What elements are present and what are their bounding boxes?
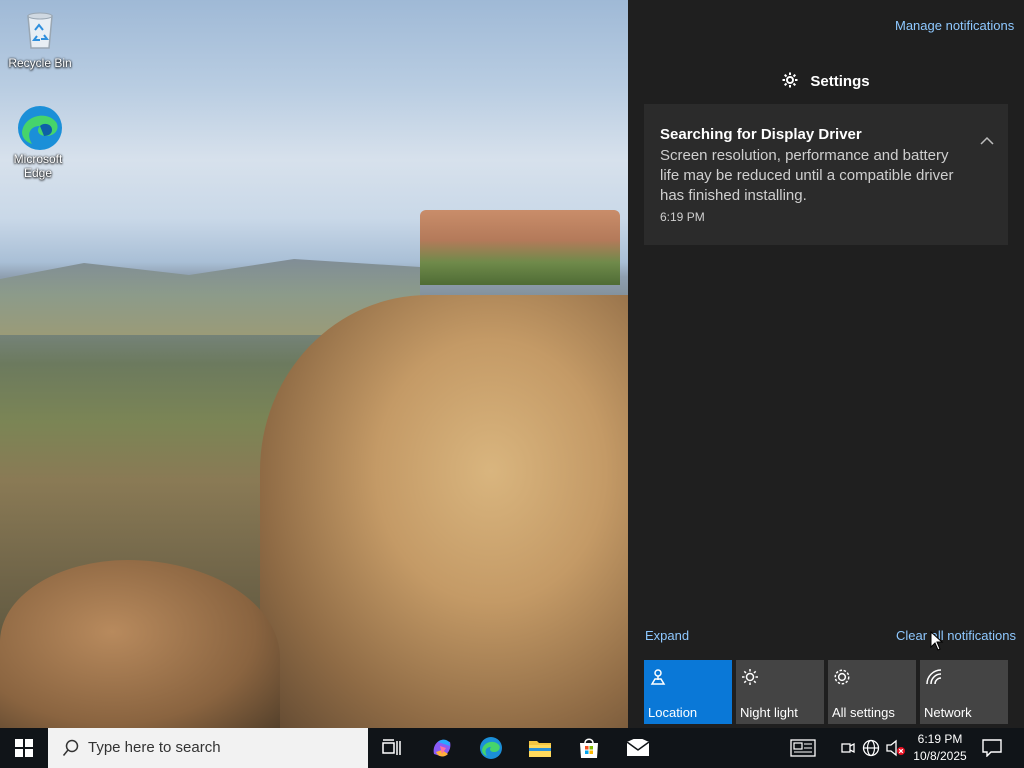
file-explorer-button[interactable] [516,728,564,768]
edge-icon [16,104,62,150]
notifications-icon [982,739,1002,757]
mouse-cursor-icon [930,631,944,651]
microsoft-store-button[interactable] [565,728,613,768]
volume-muted-icon[interactable] [886,739,906,757]
quick-action-network[interactable]: Network [920,660,1008,724]
task-view-button[interactable] [368,728,416,768]
wallpaper-building [420,210,620,285]
notification-card[interactable]: Searching for Display Driver Screen reso… [644,104,1008,245]
desktop-icon-label: Microsoft Edge [13,152,63,180]
quick-action-night-light[interactable]: Night light [736,660,824,724]
clear-all-notifications-link[interactable]: Clear all notifications [896,628,1016,643]
news-icon[interactable] [790,739,816,757]
windows-logo-icon [15,739,33,757]
action-center-panel: Manage notifications Settings Searching … [628,0,1024,728]
quick-action-all-settings[interactable]: All settings [828,660,916,724]
desktop-icon-microsoft-edge[interactable]: Microsoft Edge [0,104,76,180]
taskbar: Type here to search 6:19 PM 10/8/2025 [0,728,1024,768]
search-icon [62,739,79,756]
copilot-icon [433,739,451,757]
taskbar-clock[interactable]: 6:19 PM 10/8/2025 [912,731,968,765]
start-button[interactable] [0,728,48,768]
gear-icon [782,72,798,88]
network-icon [926,669,942,685]
gear-icon [834,669,850,685]
search-placeholder: Type here to search [88,739,221,756]
copilot-button[interactable] [418,728,466,768]
action-center-button[interactable] [968,728,1016,768]
clock-time: 6:19 PM [917,732,963,746]
notification-title: Searching for Display Driver [660,126,862,143]
notification-body: Screen resolution, performance and batte… [660,147,954,204]
notification-time: 6:19 PM [660,210,705,224]
mail-icon [626,739,650,756]
clock-date: 10/8/2025 [913,749,967,763]
expand-link[interactable]: Expand [645,628,689,643]
edge-icon [480,737,502,759]
location-icon [650,669,666,685]
chevron-up-icon[interactable] [980,136,994,146]
group-header-label: Settings [810,73,870,90]
quick-action-location[interactable]: Location [644,660,732,724]
tile-label: Night light [740,705,798,720]
recycle-bin-icon [18,8,62,52]
tile-label: All settings [832,705,895,720]
edge-taskbar-button[interactable] [467,728,515,768]
desktop-icon-recycle-bin[interactable]: Recycle Bin [2,8,78,70]
language-icon[interactable] [862,739,880,757]
microsoft-store-icon [580,738,598,758]
mail-button[interactable] [614,728,662,768]
meet-now-icon[interactable] [840,739,856,757]
wallpaper-cliff-left [0,560,280,728]
desktop-icon-label: Recycle Bin [8,56,72,70]
tile-label: Location [648,705,698,720]
notification-group-header[interactable]: Settings [628,72,1024,90]
file-explorer-icon [529,741,551,757]
tile-label: Network [924,705,972,720]
night-light-icon [742,669,758,685]
taskbar-search-box[interactable]: Type here to search [48,728,368,768]
task-view-icon [382,739,401,755]
wallpaper-cliff [260,295,680,728]
manage-notifications-link[interactable]: Manage notifications [895,18,1014,33]
quick-actions: Location Night light All settings Networ… [644,660,1008,724]
